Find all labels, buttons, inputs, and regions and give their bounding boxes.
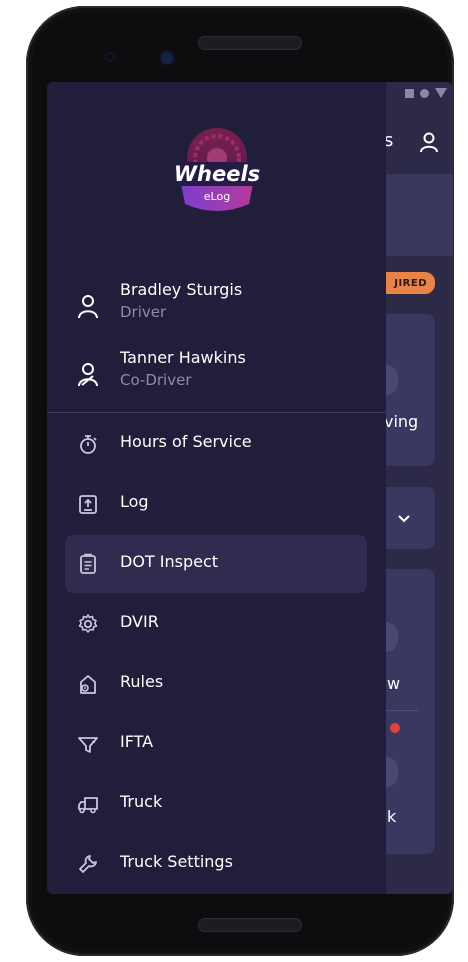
menu-item-rules[interactable]: Rules bbox=[65, 655, 367, 713]
navigation-drawer: Wheels eLog Bradley Sturgis Driver Tanne… bbox=[47, 82, 386, 894]
menu-item-label: IFTA bbox=[120, 732, 154, 751]
user-icon bbox=[78, 295, 98, 319]
wrench-icon bbox=[79, 855, 97, 873]
front-camera bbox=[161, 52, 173, 64]
rules-icon bbox=[80, 675, 96, 694]
background-card-label: ving bbox=[384, 412, 419, 431]
menu-item-label: Truck bbox=[120, 792, 163, 811]
drawer-divider bbox=[47, 412, 386, 413]
svg-text:eLog: eLog bbox=[204, 190, 230, 203]
background-header-band bbox=[386, 174, 453, 256]
gear-icon bbox=[78, 614, 98, 633]
user-co-driver[interactable]: Tanner Hawkins Co-Driver bbox=[47, 348, 386, 404]
user-driver[interactable]: Bradley Sturgis Driver bbox=[47, 280, 386, 336]
wifi-icon bbox=[435, 88, 447, 98]
signal-icon bbox=[420, 88, 429, 98]
notification-icon bbox=[405, 88, 414, 98]
menu-item-log[interactable]: Log bbox=[65, 475, 367, 533]
menu-item-label: Hours of Service bbox=[120, 432, 252, 451]
menu-item-dot-inspect[interactable]: DOT Inspect bbox=[65, 535, 367, 593]
menu-item-ifta[interactable]: IFTA bbox=[65, 715, 367, 773]
alert-dot bbox=[390, 723, 400, 733]
menu-item-label: DVIR bbox=[120, 612, 159, 631]
menu-item-label: Log bbox=[120, 492, 149, 511]
fuel-funnel-icon bbox=[78, 737, 98, 753]
earpiece-speaker bbox=[198, 36, 302, 50]
proximity-sensor bbox=[107, 54, 113, 60]
truck-icon bbox=[78, 797, 98, 814]
co-driver-icon bbox=[78, 363, 98, 387]
stopwatch-icon bbox=[80, 435, 97, 454]
background-action-label-1: w bbox=[387, 674, 401, 693]
menu-item-hours-of-service[interactable]: Hours of Service bbox=[65, 415, 367, 473]
wheels-elog-logo: Wheels eLog bbox=[173, 128, 261, 211]
menu-item-label: Rules bbox=[120, 672, 164, 691]
status-bar bbox=[405, 88, 447, 98]
user-role: Driver bbox=[120, 303, 167, 321]
menu-item-truck[interactable]: Truck bbox=[65, 775, 367, 833]
background-action-label-2: k bbox=[387, 807, 397, 826]
user-name: Bradley Sturgis bbox=[120, 280, 243, 299]
clipboard-icon bbox=[80, 553, 96, 574]
bottom-speaker bbox=[198, 918, 302, 932]
user-role: Co-Driver bbox=[120, 371, 192, 389]
menu-item-dvir[interactable]: DVIR bbox=[65, 595, 367, 653]
upload-doc-icon bbox=[79, 495, 97, 514]
menu-item-label: DOT Inspect bbox=[120, 552, 219, 571]
user-name: Tanner Hawkins bbox=[120, 348, 246, 367]
chevron-down-icon[interactable] bbox=[397, 512, 411, 528]
profile-icon[interactable] bbox=[419, 132, 439, 154]
svg-text:Wheels: Wheels bbox=[174, 162, 260, 186]
menu-item-truck-settings[interactable]: Truck Settings bbox=[65, 835, 367, 893]
menu-item-label: Truck Settings bbox=[120, 852, 233, 871]
